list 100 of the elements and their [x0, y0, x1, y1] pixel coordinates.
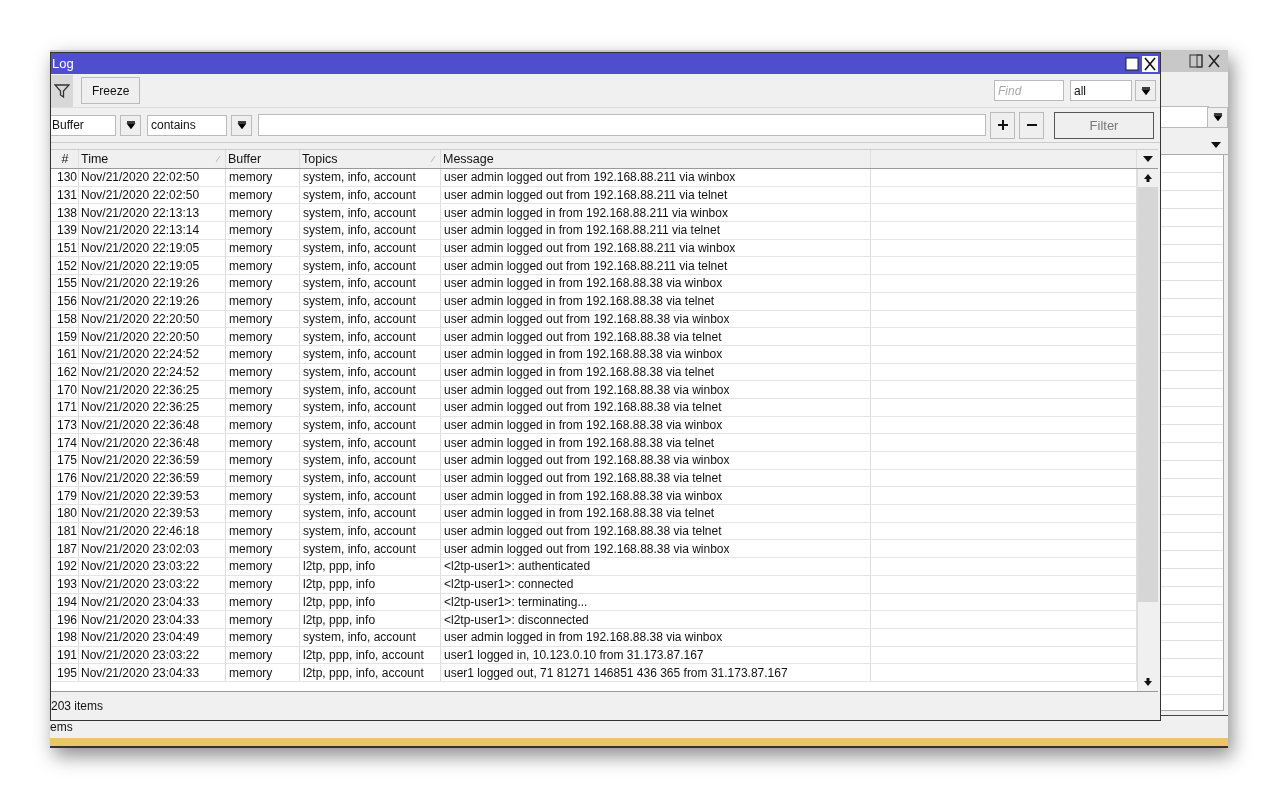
scope-select[interactable]: all [1070, 80, 1132, 101]
table-cell: system, info, account [300, 416, 441, 434]
table-cell: system, info, account [300, 522, 441, 540]
table-cell: Nov/21/2020 22:13:13 [79, 204, 226, 222]
table-cell: 155 [51, 275, 79, 292]
maximize-icon[interactable] [1124, 55, 1140, 72]
table-cell: 174 [51, 434, 79, 451]
table-cell: user1 logged in, 10.123.0.10 from 31.173.87.167 [441, 646, 871, 664]
scroll-thumb[interactable] [1138, 187, 1158, 602]
table-cell: user admin logged in from 192.168.88.211 via winbox [441, 204, 871, 222]
table-cell: Nov/21/2020 22:24:52 [79, 363, 226, 381]
dropdown-arrow-icon [124, 119, 137, 131]
close-icon[interactable] [1206, 53, 1222, 69]
dropdown-button[interactable] [120, 114, 141, 136]
table-cell: Nov/21/2020 22:19:26 [79, 292, 226, 310]
add-button[interactable] [990, 111, 1015, 139]
table-cell: user admin logged in from 192.168.88.38 via telnet [441, 363, 871, 381]
dropdown-button[interactable] [1207, 106, 1228, 128]
table-cell: <l2tp-user1>: terminating... [441, 593, 871, 611]
table-cell: system, info, account [300, 452, 441, 469]
table-cell: user admin logged in from 192.168.88.38 via telnet [441, 292, 871, 310]
table-cell: memory [226, 186, 300, 204]
table-cell: 156 [51, 292, 79, 310]
table-cell: memory [226, 452, 300, 469]
table-cell: system, info, account [300, 487, 441, 505]
table-cell: memory [226, 381, 300, 398]
table-cell: system, info, account [300, 540, 441, 558]
table-cell: 198 [51, 628, 79, 646]
table-cell: 130 [51, 169, 79, 186]
operator-select[interactable]: contains [147, 114, 227, 136]
table-cell: 158 [51, 310, 79, 328]
table-cell: 175 [51, 452, 79, 469]
scroll-down-icon[interactable] [1143, 677, 1153, 687]
table-cell: system, info, account [300, 628, 441, 646]
table-cell: memory [226, 628, 300, 646]
find-field[interactable]: Find [994, 80, 1064, 101]
filter-button[interactable] [51, 74, 73, 107]
dropdown-button[interactable] [231, 114, 252, 136]
table-cell: Nov/21/2020 22:20:50 [79, 310, 226, 328]
input-field[interactable] [1160, 106, 1209, 128]
table-cell: 195 [51, 664, 79, 681]
table-cell: user1 logged out, 71 81271 146851 436 365 from 31.173.87.167 [441, 664, 871, 681]
table-cell: 179 [51, 487, 79, 505]
table-cell: system, info, account [300, 310, 441, 328]
table-cell: system, info, account [300, 345, 441, 363]
table-cell: user admin logged out from 192.168.88.211 via winbox [441, 239, 871, 257]
column-header[interactable]: Time [79, 150, 226, 168]
table-cell: Nov/21/2020 22:24:52 [79, 345, 226, 363]
table-cell: 194 [51, 593, 79, 611]
table-cell: memory [226, 575, 300, 593]
table-cell: user admin logged out from 192.168.88.38 via telnet [441, 328, 871, 345]
table-cell: system, info, account [300, 505, 441, 522]
table-cell: 196 [51, 611, 79, 628]
table-cell: system, info, account [300, 381, 441, 398]
table-cell: user admin logged out from 192.168.88.38 via telnet [441, 398, 871, 416]
table-cell: system, info, account [300, 434, 441, 451]
table-cell: 151 [51, 239, 79, 257]
field-select[interactable]: Buffer [51, 114, 116, 136]
table-cell: Nov/21/2020 22:19:05 [79, 257, 226, 275]
table-cell: Nov/21/2020 23:03:22 [79, 558, 226, 575]
table-cell: system, info, account [300, 239, 441, 257]
column-header[interactable]: # [51, 150, 79, 168]
restore-icon[interactable] [1188, 53, 1204, 69]
table-cell: user admin logged out from 192.168.88.211 via telnet [441, 186, 871, 204]
close-icon[interactable] [1142, 55, 1158, 72]
table-cell: Nov/21/2020 22:39:53 [79, 505, 226, 522]
table-cell: memory [226, 345, 300, 363]
table-cell: user admin logged in from 192.168.88.38 via winbox [441, 416, 871, 434]
table-cell: l2tp, ppp, info [300, 558, 441, 575]
scroll-up-icon[interactable] [1143, 173, 1153, 183]
table-cell: system, info, account [300, 222, 441, 239]
filter-value-field[interactable] [258, 114, 986, 136]
column-header[interactable]: Buffer [226, 150, 300, 168]
table-cell: memory [226, 222, 300, 239]
plus-icon [997, 120, 1008, 130]
column-header[interactable]: Message [441, 150, 871, 168]
table-cell: 152 [51, 257, 79, 275]
table-cell: l2tp, ppp, info, account [300, 664, 441, 681]
table-cell: Nov/21/2020 22:02:50 [79, 169, 226, 186]
column-menu-icon[interactable] [1141, 154, 1154, 164]
table-cell: memory [226, 275, 300, 292]
table-cell: 161 [51, 345, 79, 363]
filter-button[interactable]: Filter [1054, 111, 1154, 139]
table-cell: l2tp, ppp, info, account [300, 646, 441, 664]
table-cell: system, info, account [300, 275, 441, 292]
table-cell: user admin logged out from 192.168.88.38 via telnet [441, 469, 871, 487]
table-cell: 176 [51, 469, 79, 487]
table-cell: 193 [51, 575, 79, 593]
remove-button[interactable] [1019, 111, 1044, 139]
dropdown-button[interactable] [1135, 80, 1156, 101]
column-header[interactable]: Topics [300, 150, 441, 168]
scrollbar[interactable] [1137, 169, 1158, 691]
column-menu-icon[interactable] [1210, 140, 1222, 150]
freeze-button[interactable]: Freeze [81, 77, 141, 104]
table-cell: 131 [51, 186, 79, 204]
table-cell: memory [226, 292, 300, 310]
table-cell: memory [226, 257, 300, 275]
table-cell: l2tp, ppp, info [300, 575, 441, 593]
dropdown-arrow-icon [235, 119, 248, 131]
table-cell: Nov/21/2020 23:04:33 [79, 664, 226, 681]
